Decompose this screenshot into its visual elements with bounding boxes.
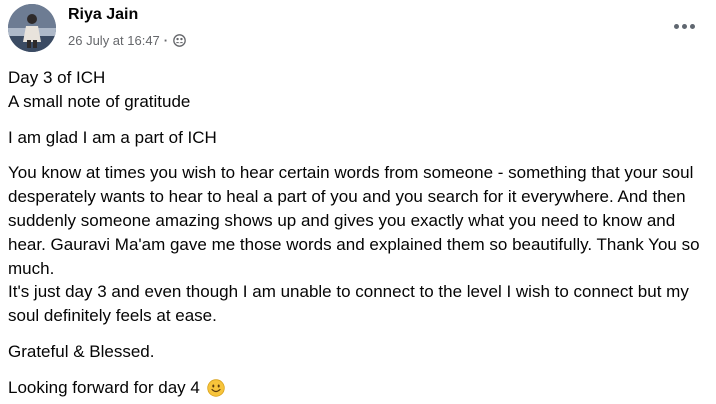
more-dot: [681, 23, 687, 29]
meta-separator: ·: [163, 33, 169, 48]
post-paragraph-2: It's just day 3 and even though I am una…: [8, 282, 689, 326]
friends-icon[interactable]: [173, 34, 186, 47]
post-timestamp[interactable]: 26 July at 16:47: [68, 33, 160, 48]
post-line-last: Looking forward for day 4: [8, 376, 712, 400]
post-meta: 26 July at 16:47 ·: [68, 33, 186, 48]
post-line-last-text: Looking forward for day 4: [8, 377, 200, 397]
author-avatar[interactable]: [8, 4, 56, 52]
post-line-3: I am glad I am a part of ICH: [8, 127, 217, 147]
author-name[interactable]: Riya Jain: [68, 6, 138, 24]
post-line-1: Day 3 of ICH: [8, 68, 106, 87]
post-line-grateful: Grateful & Blessed.: [8, 341, 155, 361]
post-line-2: A small note of gratitude: [8, 91, 191, 111]
more-options-icon[interactable]: [666, 8, 702, 44]
post-body: Day 3 of ICH A small note of gratitude I…: [8, 66, 712, 400]
post-paragraph-1: You know at times you wish to hear certa…: [8, 163, 700, 278]
post-card: Riya Jain 26 July at 16:47 · Day 3 of IC…: [0, 0, 716, 401]
smiling-face-emoji: [206, 379, 225, 397]
more-dot: [673, 23, 679, 29]
avatar-image: [8, 4, 56, 52]
more-dot: [689, 23, 695, 29]
